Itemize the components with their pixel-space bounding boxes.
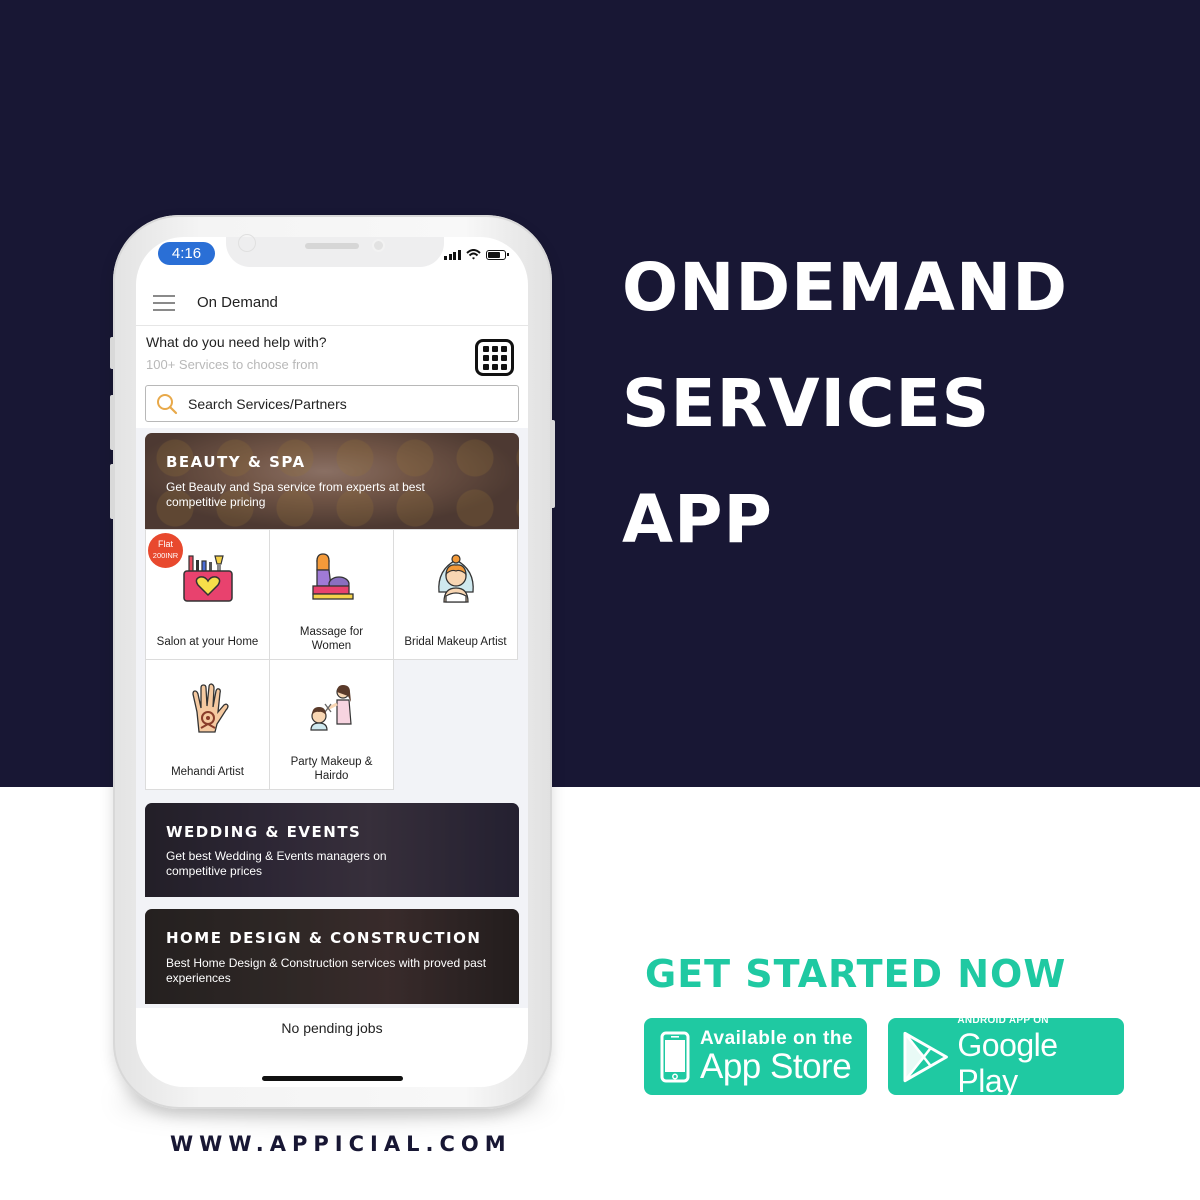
- headline-line-2: SERVICES: [622, 365, 991, 442]
- service-label: Party Makeup & Hairdo: [290, 756, 373, 782]
- google-play-small-text: ANDROID APP ON: [957, 1014, 1049, 1026]
- bride-icon: [437, 554, 474, 603]
- service-tile-bridal[interactable]: Bridal Makeup Artist: [393, 529, 518, 660]
- hairdresser-icon: [309, 685, 352, 731]
- category-banner-wedding-events[interactable]: WEDDING & EVENTS Get best Wedding & Even…: [145, 803, 519, 897]
- app-store-big-text: App Store: [700, 1046, 852, 1086]
- website-url[interactable]: WWW.APPICIAL.COM: [170, 1132, 512, 1156]
- app-store-small-text: Available on the: [700, 1027, 853, 1049]
- service-label: Salon at your Home: [156, 636, 259, 648]
- google-play-big-text: Google Play: [957, 1026, 1058, 1099]
- play-triangle-icon: [903, 1031, 948, 1082]
- category-title: HOME DESIGN & CONSTRUCTION: [166, 929, 482, 947]
- service-tile-massage[interactable]: Massage for Women: [269, 529, 394, 660]
- home-indicator[interactable]: [262, 1076, 403, 1081]
- phone-notch: [226, 237, 444, 267]
- phone-speaker: [305, 243, 359, 249]
- category-description: Get best Wedding & Events managers on co…: [166, 849, 387, 878]
- phone-side-button: [110, 337, 115, 369]
- signal-icon: [444, 249, 461, 260]
- category-banner-beauty-spa[interactable]: BEAUTY & SPA Get Beauty and Spa service …: [145, 433, 519, 529]
- hamburger-icon[interactable]: [153, 294, 175, 311]
- headline-line-3: APP: [622, 481, 773, 558]
- search-input[interactable]: [188, 395, 488, 412]
- phone-volume-up: [110, 395, 115, 450]
- service-label: Mehandi Artist: [171, 766, 244, 778]
- help-title: What do you need help with?: [146, 334, 327, 350]
- discount-badge: Flat 200INR: [148, 533, 183, 568]
- app-store-button[interactable]: Available on the App Store: [644, 1018, 867, 1095]
- service-tile-mehandi[interactable]: Mehandi Artist: [145, 659, 270, 790]
- badge-line-1: Flat: [157, 539, 173, 549]
- service-tile-party-makeup[interactable]: Party Makeup & Hairdo: [269, 659, 394, 790]
- phone-power-button: [550, 420, 555, 508]
- wifi-icon: [465, 249, 481, 260]
- front-camera: [372, 239, 385, 252]
- proximity-sensor: [238, 234, 256, 252]
- service-grid: Salon at your Home Massage for Women Bri…: [145, 529, 519, 791]
- headline-line-1: ONDEMAND: [622, 249, 1068, 326]
- henna-hand-icon: [191, 683, 229, 733]
- battery-icon: [485, 249, 509, 260]
- category-description: Best Home Design & Construction services…: [166, 956, 487, 985]
- get-started-heading: GET STARTED NOW: [645, 952, 1067, 996]
- status-time: 4:16: [158, 242, 215, 265]
- badge-line-2: 200INR: [152, 551, 179, 560]
- help-subtitle: 100+ Services to choose from: [146, 357, 319, 372]
- service-label: Bridal Makeup Artist: [404, 636, 507, 648]
- service-label: Massage for Women: [299, 626, 364, 652]
- search-icon: [157, 393, 178, 414]
- category-title: BEAUTY & SPA: [166, 453, 306, 471]
- phone-volume-down: [110, 464, 115, 519]
- grid-icon[interactable]: [475, 339, 514, 376]
- category-description: Get Beauty and Spa service from experts …: [166, 480, 425, 509]
- massage-icon: [311, 553, 354, 600]
- category-banner-home-design[interactable]: HOME DESIGN & CONSTRUCTION Best Home Des…: [145, 909, 519, 1004]
- google-play-button[interactable]: ANDROID APP ON Google Play: [888, 1014, 1124, 1099]
- makeup-bag-icon: [182, 555, 233, 602]
- status-icons: [444, 249, 509, 260]
- app-header: On Demand: [136, 280, 528, 326]
- category-title: WEDDING & EVENTS: [166, 823, 362, 841]
- search-bar[interactable]: [145, 385, 519, 422]
- headline: ONDEMAND SERVICES APP: [622, 230, 1068, 578]
- app-title: On Demand: [197, 294, 278, 311]
- pending-jobs-text: No pending jobs: [281, 1020, 383, 1036]
- phone-icon: [660, 1031, 690, 1082]
